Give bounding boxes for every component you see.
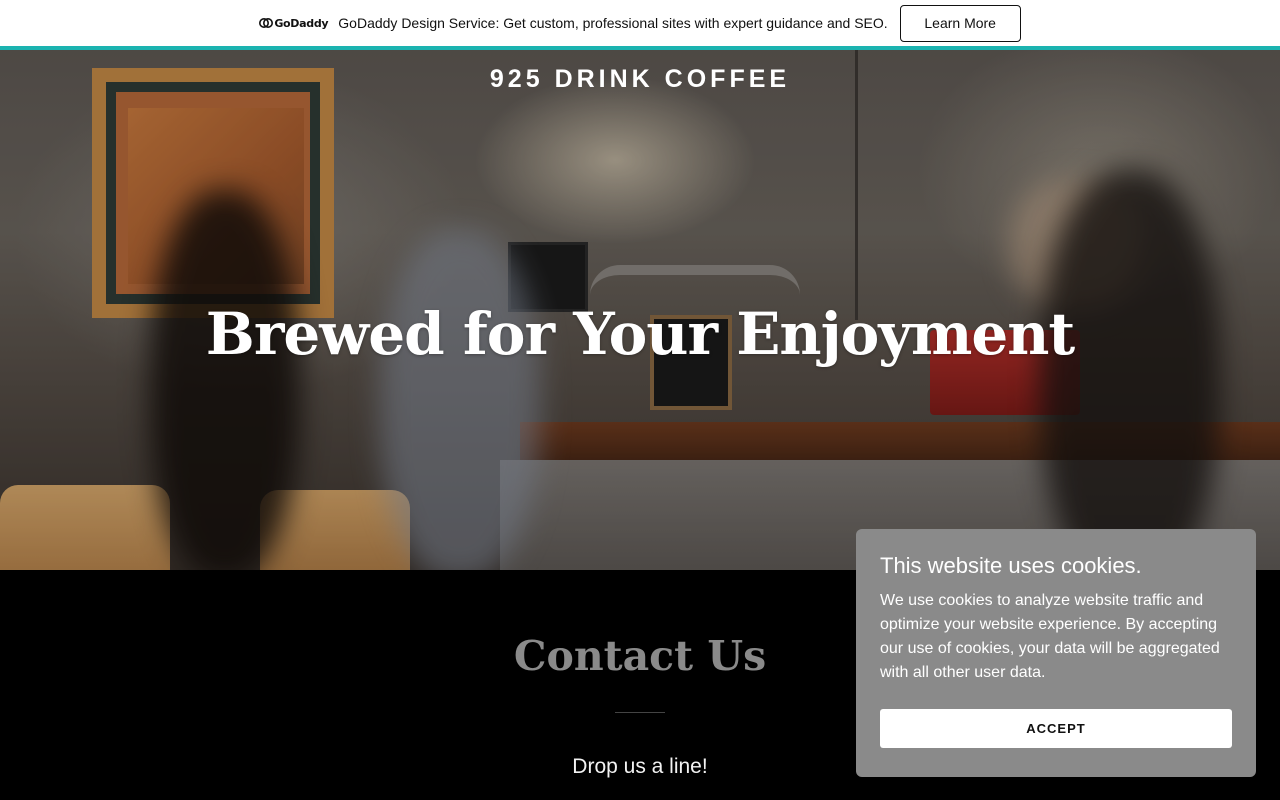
learn-more-button[interactable]: Learn More (899, 4, 1021, 42)
site-title[interactable]: 925 DRINK COFFEE (0, 65, 1280, 94)
promo-banner: GoDaddy GoDaddy Design Service: Get cust… (0, 0, 1280, 46)
section-divider (615, 712, 665, 713)
hero-section: 925 DRINK COFFEE Brewed for Your Enjoyme… (0, 50, 1280, 570)
cookie-body: We use cookies to analyze website traffi… (880, 592, 1220, 681)
promo-message: GoDaddy Design Service: Get custom, prof… (338, 15, 888, 31)
cookie-title: This website uses cookies. (880, 553, 1142, 578)
godaddy-logo-icon (259, 18, 274, 28)
godaddy-logo-text: GoDaddy (274, 16, 329, 30)
godaddy-logo[interactable]: GoDaddy (259, 16, 329, 30)
cookie-consent-dialog: This website uses cookies. We use cookie… (856, 529, 1256, 777)
promo-content: GoDaddy GoDaddy Design Service: Get cust… (259, 4, 1021, 42)
accept-cookies-button[interactable]: ACCEPT (880, 709, 1232, 748)
hero-heading: Brewed for Your Enjoyment (205, 300, 1075, 368)
